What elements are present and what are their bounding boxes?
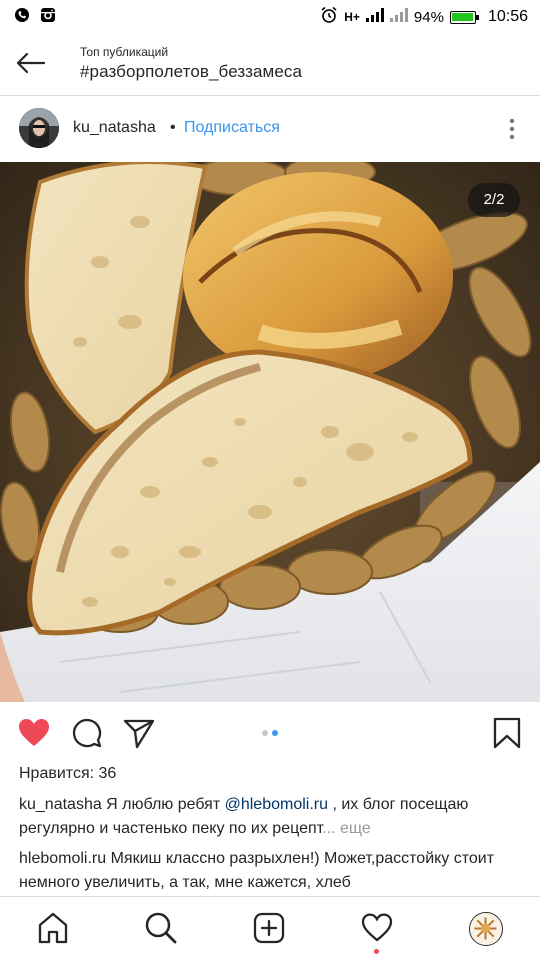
post-header: ku_natasha • Подписаться [0, 96, 540, 162]
status-bar: H+ 94% 10:56 [0, 0, 540, 32]
page-header: Топ публикаций #разборполетов_беззамеса [0, 32, 540, 96]
comment-username[interactable]: hlebomoli.ru [19, 850, 106, 867]
battery-percent: 94% [413, 8, 444, 26]
post-username[interactable]: ku_natasha [73, 119, 156, 137]
comment-icon [72, 718, 102, 748]
back-button[interactable] [12, 46, 48, 82]
heart-icon [19, 719, 49, 746]
post-photo[interactable] [0, 162, 540, 702]
alarm-icon [320, 6, 338, 28]
instagram-icon [40, 7, 56, 28]
nav-activity[interactable] [360, 911, 394, 945]
back-arrow-icon [16, 52, 46, 74]
page-title: #разборполетов_беззамеса [80, 62, 303, 81]
like-button[interactable] [17, 716, 51, 750]
follow-button[interactable]: Подписаться [184, 119, 280, 137]
nav-profile[interactable] [469, 912, 503, 946]
signal-icon-2 [389, 8, 408, 26]
share-button[interactable] [122, 716, 156, 750]
send-icon [123, 719, 155, 749]
comment-button[interactable] [70, 716, 104, 750]
more-options-button[interactable] [506, 116, 518, 142]
carousel-dot [262, 730, 268, 736]
clock: 10:56 [487, 8, 528, 25]
caption-mention[interactable]: @hlebomoli.ru [225, 796, 328, 813]
bottom-nav [0, 896, 540, 960]
save-button[interactable] [490, 716, 524, 750]
nav-search[interactable] [144, 911, 178, 945]
carousel-dot-active [272, 730, 278, 736]
header-subtitle: Топ публикаций [80, 45, 169, 59]
profile-avatar-icon [470, 913, 501, 944]
activity-notification-dot [374, 949, 379, 954]
carousel-counter: 2/2 [468, 183, 520, 217]
network-label: H+ [344, 10, 360, 24]
more-dots-icon [509, 118, 515, 140]
bookmark-icon [493, 717, 521, 749]
caption-ellipsis: ... [322, 820, 336, 837]
carousel-indicator [262, 730, 278, 736]
avatar[interactable] [19, 108, 59, 148]
action-row [0, 702, 540, 762]
separator-dot: • [170, 119, 176, 136]
caption-more-link[interactable]: еще [340, 820, 371, 837]
caption-text: Я люблю ребят [101, 796, 225, 813]
viber-icon [14, 7, 30, 28]
nav-new-post[interactable] [252, 911, 286, 945]
heart-outline-icon [361, 913, 393, 942]
post-caption: ku_natasha Я люблю ребят @hlebomoli.ru ,… [19, 793, 524, 841]
nav-home[interactable] [36, 911, 70, 945]
search-icon [145, 912, 177, 944]
signal-icon [365, 8, 384, 26]
home-icon [38, 912, 68, 944]
battery-icon [449, 10, 479, 24]
likes-count[interactable]: Нравится: 36 [19, 765, 116, 783]
comment-preview: hlebomoli.ru Мякиш классно разрыхлен!) М… [19, 847, 524, 895]
plus-square-icon [253, 912, 285, 944]
caption-username[interactable]: ku_natasha [19, 796, 102, 813]
